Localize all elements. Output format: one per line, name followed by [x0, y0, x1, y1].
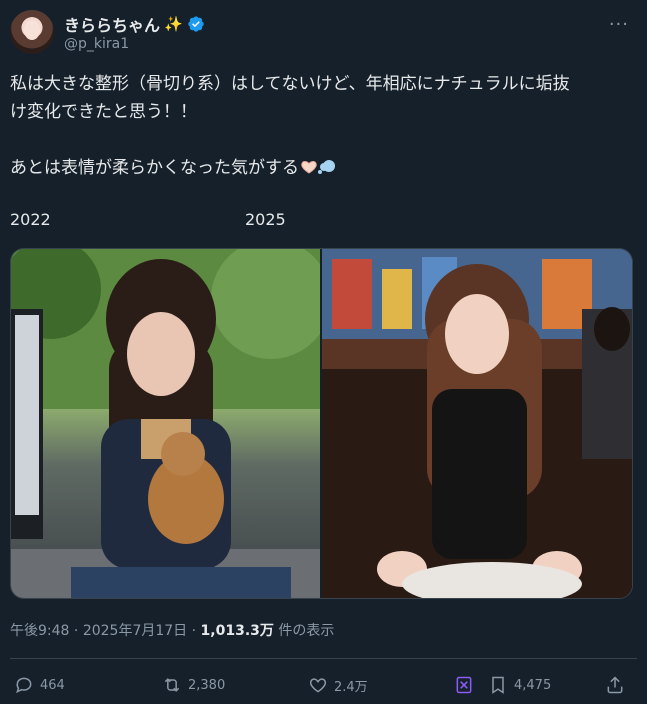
more-options-icon[interactable]: ···: [609, 14, 629, 35]
view-count-suffix: 件の表示: [273, 623, 335, 639]
avatar[interactable]: [10, 10, 54, 54]
name-row: きららちゃん ✨: [64, 12, 205, 36]
heart-hands-emoji-icon: [301, 161, 317, 174]
reply-button[interactable]: 464: [14, 670, 65, 700]
bookmark-count: 4,475: [514, 677, 552, 693]
bookmark-icon: [492, 676, 504, 694]
user-handle[interactable]: @p_kira1: [64, 36, 129, 52]
photo-2022[interactable]: [11, 249, 320, 598]
grok-button[interactable]: [454, 670, 474, 700]
photo-2025-illustration: [322, 249, 632, 598]
repost-icon: [164, 678, 180, 692]
share-icon: [607, 676, 623, 694]
photo-2022-illustration: [11, 249, 320, 598]
action-bar: 464 2,380 2.4万 4,475: [10, 670, 637, 700]
sparkle-emoji: ✨: [164, 15, 183, 33]
bookmark-button[interactable]: 4,475: [488, 670, 551, 700]
like-button[interactable]: 2.4万: [308, 670, 368, 700]
display-name[interactable]: きららちゃん: [64, 12, 160, 36]
heart-icon: [309, 678, 327, 693]
tweet-text-line: あとは表情が柔らかくなった気がする: [10, 154, 635, 182]
reply-icon: [16, 677, 32, 694]
tweet-date[interactable]: 2025年7月17日: [83, 623, 187, 639]
share-button[interactable]: [605, 670, 625, 700]
meta-separator: ·: [187, 623, 201, 639]
like-count: 2.4万: [334, 679, 368, 695]
tweet-time[interactable]: 午後9:48: [10, 623, 69, 639]
tweet-meta: 午後9:48 · 2025年7月17日 · 1,013.3万 件の表示: [10, 620, 334, 640]
tweet-text-line: け変化できたと思う！！: [10, 102, 197, 122]
year-label-left: 2022: [10, 210, 51, 229]
year-label-right: 2025: [245, 210, 286, 229]
repost-button[interactable]: 2,380: [162, 670, 225, 700]
tweet-text-line: 私は大きな整形（骨切り系）はしてないけど、年相応にナチュラルに垢抜: [10, 74, 570, 94]
meta-separator: ·: [69, 623, 83, 639]
repost-count: 2,380: [188, 677, 226, 693]
view-count[interactable]: 1,013.3万: [201, 623, 274, 639]
thought-bubble-emoji-icon: [318, 160, 335, 174]
verified-badge-icon: [188, 16, 204, 32]
tweet-header: きららちゃん ✨ @p_kira1 ···: [10, 8, 637, 56]
divider: [10, 658, 637, 659]
grok-icon: [456, 676, 472, 694]
year-labels: 2022 2025: [10, 210, 637, 232]
tweet-text: 私は大きな整形（骨切り系）はしてないけど、年相応にナチュラルに垢抜 け変化できた…: [10, 70, 635, 182]
media-grid: [10, 248, 633, 599]
reply-count: 464: [40, 677, 65, 693]
photo-2025[interactable]: [322, 249, 632, 598]
